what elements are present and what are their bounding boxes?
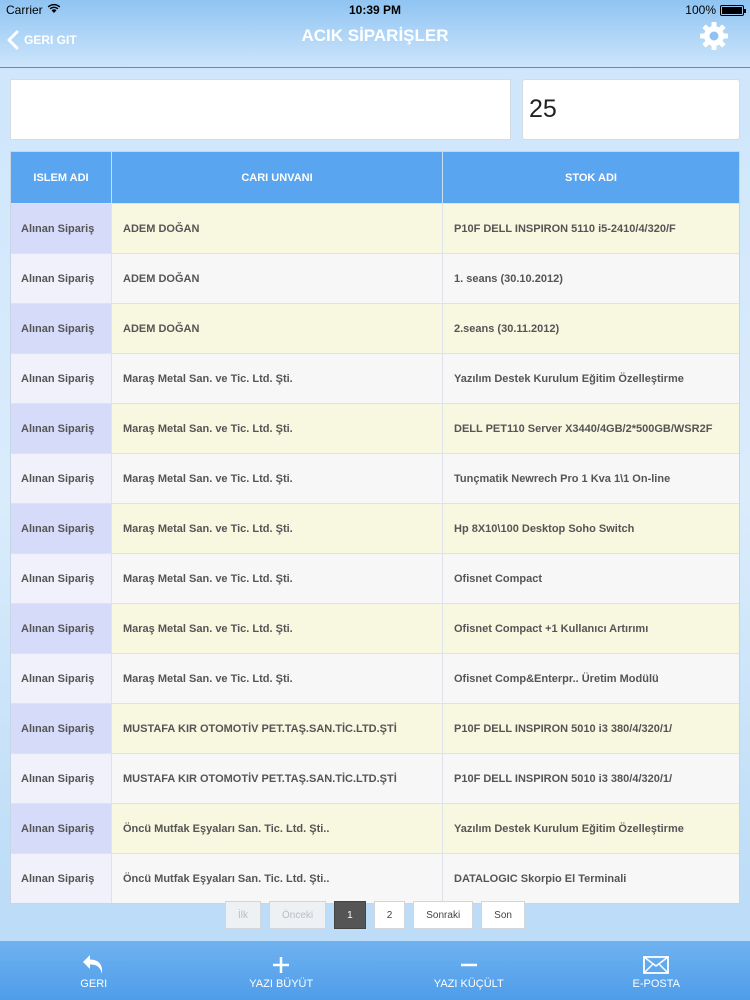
increase-font-label: YAZI BÜYÜT bbox=[249, 977, 314, 990]
cell-stok-adi: 2.seans (30.11.2012) bbox=[443, 304, 739, 353]
cell-islem-adi: Alınan Sipariş bbox=[11, 754, 112, 803]
decrease-font-label: YAZI KÜÇÜLT bbox=[433, 977, 504, 990]
cell-cari-unvani: ADEM DOĞAN bbox=[112, 204, 443, 253]
cell-stok-adi: Tunçmatik Newrech Pro 1 Kva 1\1 On-line bbox=[443, 454, 739, 503]
increase-font-button[interactable]: YAZI BÜYÜT bbox=[211, 943, 351, 999]
cell-stok-adi: P10F DELL INSPIRON 5010 i3 380/4/320/1/ bbox=[443, 704, 739, 753]
toolbar-back-label: GERI bbox=[80, 977, 108, 990]
table-row[interactable]: Alınan Sipariş MUSTAFA KIR OTOMOTİV PET.T… bbox=[11, 703, 739, 753]
bottom-toolbar: GERI YAZI BÜYÜT YAZI KÜÇÜLT E-POSTA bbox=[0, 941, 750, 1000]
table-row[interactable]: Alınan Sipariş Maraş Metal San. ve Tic. L… bbox=[11, 603, 739, 653]
cell-stok-adi: DELL PET110 Server X3440/4GB/2*500GB/WSR… bbox=[443, 404, 739, 453]
cell-stok-adi: Ofisnet Compact bbox=[443, 554, 739, 603]
next-page-button[interactable]: Sonraki bbox=[413, 901, 474, 929]
cell-islem-adi: Alınan Sipariş bbox=[11, 704, 112, 753]
envelope-icon bbox=[643, 952, 670, 978]
cell-islem-adi: Alınan Sipariş bbox=[11, 354, 112, 403]
cell-islem-adi: Alınan Sipariş bbox=[11, 404, 112, 453]
column-header-islem-adi[interactable]: ISLEM ADI bbox=[11, 152, 112, 203]
cell-islem-adi: Alınan Sipariş bbox=[11, 854, 112, 903]
decrease-font-button[interactable]: YAZI KÜÇÜLT bbox=[399, 943, 539, 999]
cell-stok-adi: 1. seans (30.10.2012) bbox=[443, 254, 739, 303]
cell-cari-unvani: Öncü Mutfak Eşyaları San. Tic. Ltd. Şti.… bbox=[112, 854, 443, 903]
table-row[interactable]: Alınan Sipariş Öncü Mutfak Eşyaları San. … bbox=[11, 853, 739, 903]
cell-stok-adi: Ofisnet Comp&Enterpr.. Üretim Modülü bbox=[443, 654, 739, 703]
last-page-button[interactable]: Son bbox=[481, 901, 525, 929]
undo-arrow-icon bbox=[81, 952, 107, 978]
cell-islem-adi: Alınan Sipariş bbox=[11, 804, 112, 853]
battery-info: 100% bbox=[685, 3, 746, 17]
table-row[interactable]: Alınan Sipariş MUSTAFA KIR OTOMOTİV PET.T… bbox=[11, 753, 739, 803]
page-button-1[interactable]: 1 bbox=[334, 901, 366, 929]
chevron-left-icon bbox=[7, 30, 19, 50]
cell-cari-unvani: Maraş Metal San. ve Tic. Ltd. Şti. bbox=[112, 354, 443, 403]
search-input[interactable] bbox=[10, 79, 511, 140]
cell-cari-unvani: MUSTAFA KIR OTOMOTİV PET.TAŞ.SAN.TİC.LTD… bbox=[112, 754, 443, 803]
cell-stok-adi: Hp 8X10\100 Desktop Soho Switch bbox=[443, 504, 739, 553]
cell-cari-unvani: Maraş Metal San. ve Tic. Ltd. Şti. bbox=[112, 604, 443, 653]
cell-islem-adi: Alınan Sipariş bbox=[11, 254, 112, 303]
table-body: Alınan Sipariş ADEM DOĞAN P10F DELL INSPIR… bbox=[11, 203, 739, 903]
table-row[interactable]: Alınan Sipariş ADEM DOĞAN 2.seans (30.11.2… bbox=[11, 303, 739, 353]
table-row[interactable]: Alınan Sipariş ADEM DOĞAN 1. seans (30.10.… bbox=[11, 253, 739, 303]
back-button-label: GERI GIT bbox=[24, 33, 77, 47]
cell-cari-unvani: Maraş Metal San. ve Tic. Ltd. Şti. bbox=[112, 654, 443, 703]
record-count-field[interactable]: 25 bbox=[522, 79, 740, 140]
column-header-stok-adi[interactable]: STOK ADI bbox=[443, 152, 739, 203]
table-row[interactable]: Alınan Sipariş ADEM DOĞAN P10F DELL INSPIR… bbox=[11, 203, 739, 253]
cell-stok-adi: Yazılım Destek Kurulum Eğitim Özelleştir… bbox=[443, 354, 739, 403]
cell-islem-adi: Alınan Sipariş bbox=[11, 204, 112, 253]
cell-islem-adi: Alınan Sipariş bbox=[11, 504, 112, 553]
cell-islem-adi: Alınan Sipariş bbox=[11, 454, 112, 503]
cell-stok-adi: DATALOGIC Skorpio El Terminali bbox=[443, 854, 739, 903]
cell-stok-adi: Ofisnet Compact +1 Kullanıcı Artırımı bbox=[443, 604, 739, 653]
cell-cari-unvani: ADEM DOĞAN bbox=[112, 254, 443, 303]
battery-icon bbox=[720, 4, 746, 16]
clock: 10:39 PM bbox=[348, 3, 402, 17]
page-button-2[interactable]: 2 bbox=[373, 901, 406, 929]
table-row[interactable]: Alınan Sipariş Öncü Mutfak Eşyaları San. … bbox=[11, 803, 739, 853]
back-button[interactable]: GERI GIT bbox=[6, 24, 77, 56]
cell-stok-adi: P10F DELL INSPIRON 5010 i3 380/4/320/1/ bbox=[443, 754, 739, 803]
cell-cari-unvani: Maraş Metal San. ve Tic. Ltd. Şti. bbox=[112, 454, 443, 503]
cell-cari-unvani: MUSTAFA KIR OTOMOTİV PET.TAŞ.SAN.TİC.LTD… bbox=[112, 704, 443, 753]
battery-percent: 100% bbox=[685, 3, 716, 17]
cell-islem-adi: Alınan Sipariş bbox=[11, 604, 112, 653]
orders-table: ISLEM ADI CARI UNVANI STOK ADI Alınan Si… bbox=[10, 151, 740, 904]
table-row[interactable]: Alınan Sipariş Maraş Metal San. ve Tic. L… bbox=[11, 503, 739, 553]
cell-islem-adi: Alınan Sipariş bbox=[11, 304, 112, 353]
cell-islem-adi: Alınan Sipariş bbox=[11, 654, 112, 703]
status-bar: Carrier 10:39 PM 100% bbox=[0, 0, 750, 20]
table-row[interactable]: Alınan Sipariş Maraş Metal San. ve Tic. L… bbox=[11, 553, 739, 603]
toolbar-back-button[interactable]: GERI bbox=[24, 943, 164, 999]
pagination: İlk Önceki 1 2 Sonraki Son bbox=[0, 901, 750, 929]
cell-cari-unvani: Maraş Metal San. ve Tic. Ltd. Şti. bbox=[112, 504, 443, 553]
previous-page-button[interactable]: Önceki bbox=[269, 901, 327, 929]
table-header: ISLEM ADI CARI UNVANI STOK ADI bbox=[11, 152, 739, 203]
cell-stok-adi: Yazılım Destek Kurulum Eğitim Özelleştir… bbox=[443, 804, 739, 853]
settings-button[interactable] bbox=[698, 20, 730, 52]
nav-bar: GERI GIT ACIK SİPARİŞLER bbox=[0, 20, 750, 68]
table-row[interactable]: Alınan Sipariş Maraş Metal San. ve Tic. L… bbox=[11, 453, 739, 503]
first-page-button[interactable]: İlk bbox=[225, 901, 262, 929]
cell-cari-unvani: Öncü Mutfak Eşyaları San. Tic. Ltd. Şti.… bbox=[112, 804, 443, 853]
page-title: ACIK SİPARİŞLER bbox=[301, 26, 449, 45]
email-button[interactable]: E-POSTA bbox=[586, 943, 726, 999]
table-row[interactable]: Alınan Sipariş Maraş Metal San. ve Tic. L… bbox=[11, 403, 739, 453]
cell-cari-unvani: Maraş Metal San. ve Tic. Ltd. Şti. bbox=[112, 404, 443, 453]
gear-icon bbox=[700, 22, 728, 50]
cell-islem-adi: Alınan Sipariş bbox=[11, 554, 112, 603]
cell-stok-adi: P10F DELL INSPIRON 5110 i5-2410/4/320/F bbox=[443, 204, 739, 253]
table-row[interactable]: Alınan Sipariş Maraş Metal San. ve Tic. L… bbox=[11, 353, 739, 403]
email-label: E-POSTA bbox=[632, 977, 680, 990]
plus-icon bbox=[271, 952, 291, 978]
column-header-cari-unvani[interactable]: CARI UNVANI bbox=[112, 152, 443, 203]
table-row[interactable]: Alınan Sipariş Maraş Metal San. ve Tic. L… bbox=[11, 653, 739, 703]
cell-cari-unvani: ADEM DOĞAN bbox=[112, 304, 443, 353]
minus-icon bbox=[459, 952, 479, 978]
cell-cari-unvani: Maraş Metal San. ve Tic. Ltd. Şti. bbox=[112, 554, 443, 603]
